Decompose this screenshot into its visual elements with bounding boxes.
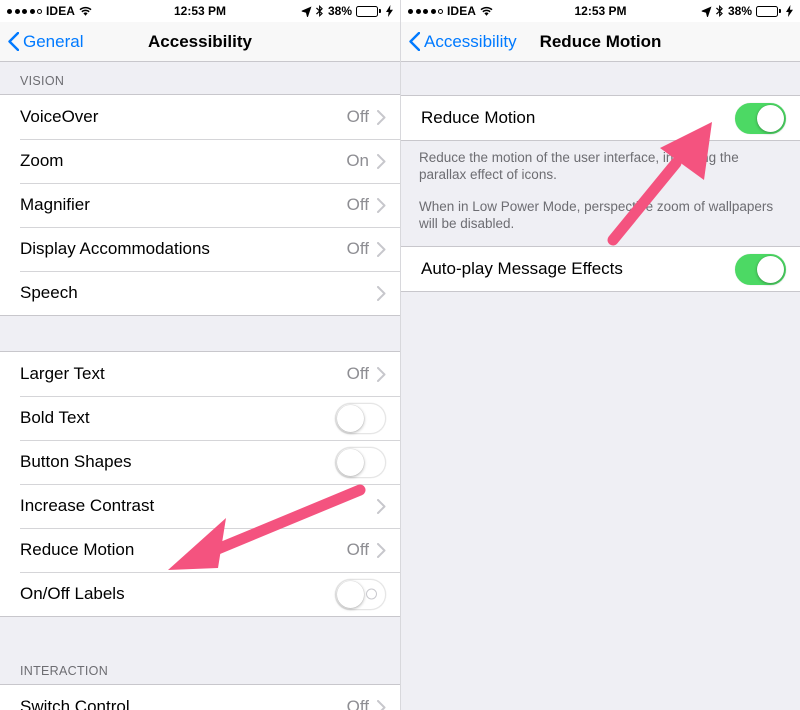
group-separator	[0, 617, 400, 652]
settings-list-right: Reduce Motion Reduce the motion of the u…	[401, 62, 800, 710]
signal-strength-dots	[408, 8, 443, 14]
nav-bar-left: General Accessibility	[0, 22, 400, 62]
carrier-label: IDEA	[447, 4, 477, 18]
section-vision-cells: VoiceOver Off Zoom On Magnifier Off Disp…	[0, 94, 400, 316]
row-auto-play-message-effects[interactable]: Auto-play Message Effects	[401, 247, 800, 291]
chevron-right-icon	[377, 285, 386, 301]
location-arrow-icon	[701, 6, 712, 17]
status-bar-left-group: IDEA	[7, 4, 92, 18]
chevron-right-icon	[377, 153, 386, 169]
off-label-circle-icon	[366, 588, 377, 600]
chevron-right-icon	[377, 498, 386, 514]
wifi-icon	[79, 6, 92, 17]
toggle-on-off-labels[interactable]	[335, 578, 386, 610]
wifi-icon	[480, 6, 493, 17]
back-button-label: General	[23, 31, 84, 51]
location-arrow-icon	[301, 6, 312, 17]
list-filler	[401, 292, 800, 710]
chevron-right-icon	[377, 542, 386, 558]
chevron-left-icon	[8, 32, 19, 51]
row-label: Button Shapes	[20, 452, 132, 471]
right-screen-reduce-motion: IDEA 12:53 PM 38% Accessibility Reduce M…	[400, 0, 800, 710]
row-display-accommodations[interactable]: Display Accommodations Off	[0, 227, 400, 271]
row-label: VoiceOver	[20, 107, 99, 126]
status-bar-left: IDEA 12:53 PM 38%	[0, 0, 400, 22]
row-label: Reduce Motion	[421, 108, 536, 127]
back-button-label: Accessibility	[424, 31, 517, 51]
row-value: Off	[346, 540, 369, 559]
nav-bar-right: Accessibility Reduce Motion	[401, 22, 800, 62]
row-reduce-motion-detail[interactable]: Reduce Motion	[401, 96, 800, 140]
toggle-button-shapes[interactable]	[335, 446, 386, 478]
section-autoplay-cells: Auto-play Message Effects	[401, 246, 800, 292]
row-magnifier[interactable]: Magnifier Off	[0, 183, 400, 227]
row-switch-control[interactable]: Switch Control Off	[0, 685, 400, 710]
row-voiceover[interactable]: VoiceOver Off	[0, 95, 400, 139]
chevron-left-icon	[409, 32, 420, 51]
row-increase-contrast[interactable]: Increase Contrast	[0, 484, 400, 528]
signal-strength-dots	[7, 8, 42, 14]
row-label: Increase Contrast	[20, 496, 155, 515]
reduce-motion-footer-description: Reduce the motion of the user interface,…	[401, 141, 800, 246]
section-header-interaction: INTERACTION	[0, 652, 400, 684]
back-button-general[interactable]: General	[0, 32, 83, 52]
row-label: Bold Text	[20, 408, 90, 427]
status-bar-right-group: 38%	[301, 4, 393, 18]
chevron-right-icon	[377, 241, 386, 257]
chevron-right-icon	[377, 366, 386, 382]
battery-icon	[756, 5, 781, 17]
section-display-cells: Larger Text Off Bold Text Button Shapes …	[0, 351, 400, 617]
bluetooth-icon	[715, 5, 724, 17]
row-label: Zoom	[20, 151, 64, 170]
row-zoom[interactable]: Zoom On	[0, 139, 400, 183]
row-label: On/Off Labels	[20, 584, 125, 603]
dual-screenshot-container: IDEA 12:53 PM 38% General Accessibility …	[0, 0, 800, 710]
toggle-reduce-motion[interactable]	[735, 102, 786, 134]
battery-percent-label: 38%	[327, 4, 352, 18]
bluetooth-icon	[315, 5, 324, 17]
row-value: Off	[346, 364, 369, 383]
section-interaction-cells: Switch Control Off	[0, 684, 400, 710]
row-label: Display Accommodations	[20, 239, 210, 258]
row-value: Off	[346, 195, 369, 214]
row-value: Off	[346, 697, 369, 710]
section-header-vision: VISION	[0, 62, 400, 94]
group-separator	[0, 316, 400, 351]
row-larger-text[interactable]: Larger Text Off	[0, 352, 400, 396]
carrier-label: IDEA	[46, 4, 76, 18]
row-on-off-labels[interactable]: On/Off Labels	[0, 572, 400, 616]
row-button-shapes[interactable]: Button Shapes	[0, 440, 400, 484]
battery-percent-label: 38%	[727, 4, 752, 18]
row-label: Auto-play Message Effects	[421, 259, 623, 278]
settings-list-left: VISION VoiceOver Off Zoom On Magnifier O…	[0, 62, 400, 710]
row-value: On	[346, 151, 369, 170]
row-label: Speech	[20, 283, 78, 302]
back-button-accessibility[interactable]: Accessibility	[401, 32, 517, 52]
row-bold-text[interactable]: Bold Text	[0, 396, 400, 440]
status-bar-left-group: IDEA	[408, 4, 493, 18]
top-group-gap	[401, 62, 800, 95]
row-label: Magnifier	[20, 195, 90, 214]
toggle-bold-text[interactable]	[335, 402, 386, 434]
lightning-bolt-icon	[385, 5, 393, 17]
chevron-right-icon	[377, 109, 386, 125]
footer-paragraph-2: When in Low Power Mode, perspective zoom…	[419, 199, 774, 231]
row-label: Reduce Motion	[20, 540, 135, 559]
row-speech[interactable]: Speech	[0, 271, 400, 315]
section-reduce-motion-cells: Reduce Motion	[401, 95, 800, 141]
left-screen-accessibility: IDEA 12:53 PM 38% General Accessibility …	[0, 0, 400, 710]
row-label: Larger Text	[20, 364, 105, 383]
row-reduce-motion[interactable]: Reduce Motion Off	[0, 528, 400, 572]
lightning-bolt-icon	[785, 5, 793, 17]
row-value: Off	[346, 239, 369, 258]
row-value: Off	[346, 107, 369, 126]
footer-paragraph-1: Reduce the motion of the user interface,…	[419, 150, 739, 182]
toggle-auto-play-message-effects[interactable]	[735, 253, 786, 285]
status-bar-right-group: 38%	[701, 4, 793, 18]
chevron-right-icon	[377, 699, 386, 710]
chevron-right-icon	[377, 197, 386, 213]
status-bar-right: IDEA 12:53 PM 38%	[401, 0, 800, 22]
battery-icon	[356, 5, 381, 17]
row-label: Switch Control	[20, 697, 130, 710]
